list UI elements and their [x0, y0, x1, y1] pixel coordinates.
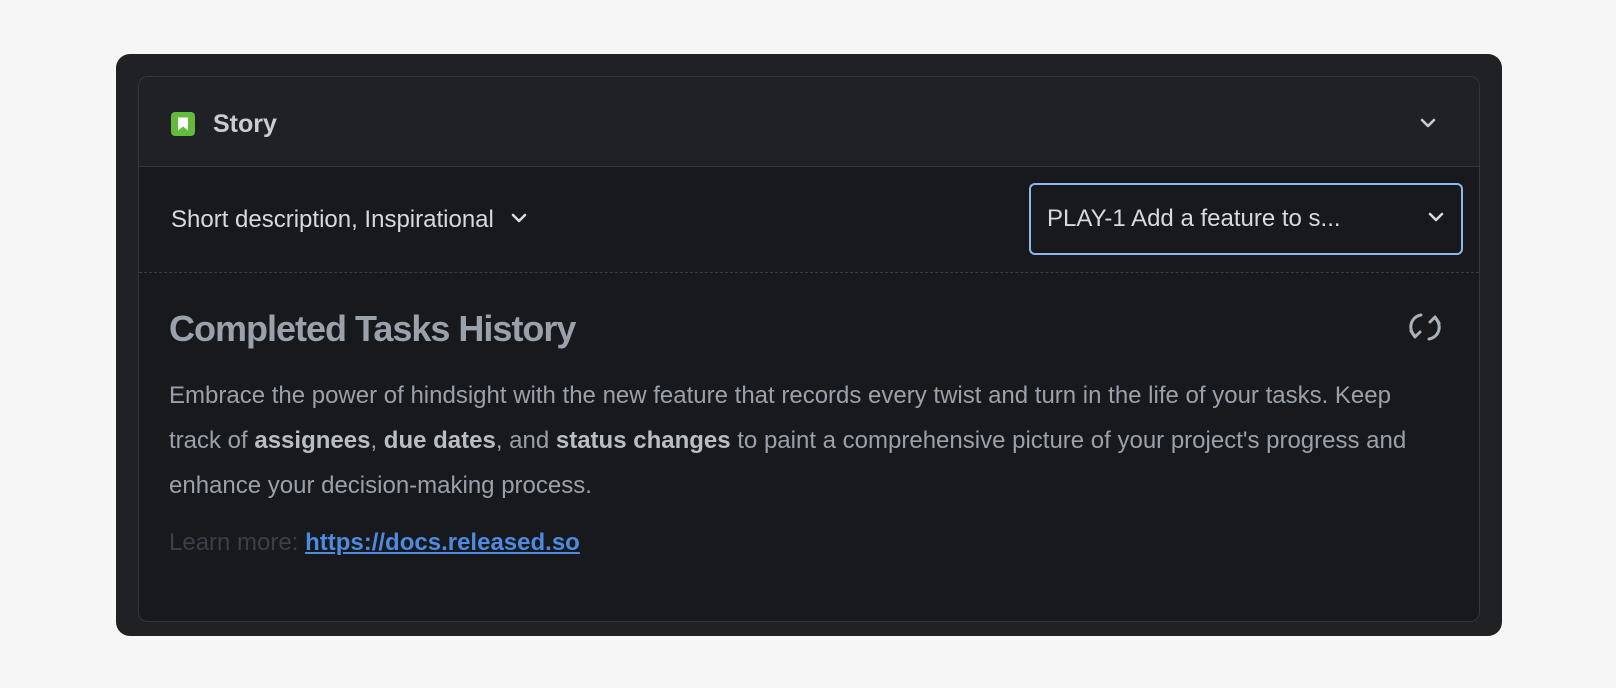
description-bold-status-changes: status changes — [555, 427, 731, 454]
story-card: Story Short description, Inspirational P… — [138, 76, 1480, 622]
refresh-icon[interactable] — [1407, 309, 1443, 345]
description-style-value: Short description, Inspirational — [171, 206, 494, 233]
learn-more-label: Learn more: — [169, 529, 306, 556]
content-title: Completed Tasks History — [169, 308, 576, 349]
chevron-down-icon — [510, 211, 528, 229]
description-separator: , and — [495, 427, 556, 454]
collapse-chevron-icon[interactable] — [1417, 112, 1439, 134]
content-description: Embrace the power of hindsight with the … — [169, 373, 1449, 508]
issue-type-label: Story — [213, 110, 277, 138]
card-header[interactable]: Story — [139, 77, 1479, 167]
bookmark-icon — [171, 112, 195, 136]
description-separator: , — [370, 427, 384, 454]
chevron-down-icon — [1427, 210, 1445, 228]
toolbar: Short description, Inspirational PLAY-1 … — [139, 167, 1479, 273]
description-bold-due-dates: due dates — [383, 427, 496, 454]
issue-select-dropdown[interactable]: PLAY-1 Add a feature to s... — [1029, 183, 1463, 255]
learn-more: Learn more: https://docs.released.so — [169, 527, 580, 559]
description-bold-assignees: assignees — [254, 427, 371, 454]
widget-container: Story Short description, Inspirational P… — [116, 54, 1502, 636]
issue-select-value: PLAY-1 Add a feature to s... — [1047, 205, 1341, 232]
description-style-dropdown[interactable]: Short description, Inspirational — [171, 203, 528, 237]
docs-link[interactable]: https://docs.released.so — [305, 529, 580, 556]
